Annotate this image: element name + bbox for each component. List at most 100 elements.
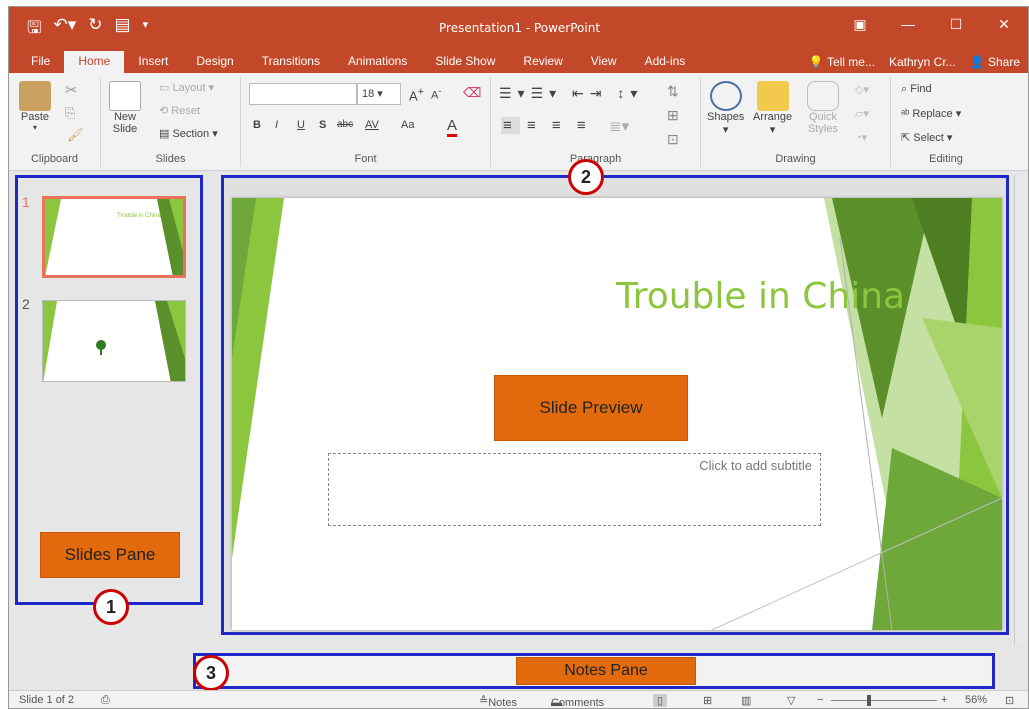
align-left-button[interactable]: ≡ bbox=[501, 117, 520, 134]
paste-dropdown-icon: ▾ bbox=[32, 123, 37, 132]
ribbon-tabs: File Home Insert Design Transitions Anim… bbox=[9, 47, 1028, 73]
spell-check-icon[interactable]: ⎙ bbox=[101, 694, 110, 707]
zoom-slider[interactable] bbox=[831, 700, 937, 701]
text-direction-icon[interactable]: ⇅ bbox=[667, 83, 679, 100]
section-icon: ▤ bbox=[159, 128, 170, 140]
find-button[interactable]: ⌕ Find bbox=[901, 83, 932, 96]
character-spacing-button[interactable]: AV bbox=[365, 119, 379, 131]
layout-button[interactable]: ▭ Layout ▾ bbox=[159, 81, 214, 94]
slideshow-view-icon[interactable]: ▽ bbox=[787, 694, 795, 707]
new-slide-button[interactable]: New Slide bbox=[109, 81, 141, 135]
text-shadow-button[interactable]: S bbox=[319, 119, 326, 131]
tab-view[interactable]: View bbox=[577, 51, 631, 73]
quick-styles-button[interactable]: Quick Styles bbox=[807, 81, 839, 135]
thumbnail-number: 2 bbox=[22, 296, 30, 312]
start-slideshow-icon[interactable]: ▤ bbox=[115, 15, 131, 44]
copy-icon[interactable]: ⎘ bbox=[65, 105, 75, 121]
clipboard-group-label: Clipboard bbox=[30, 153, 79, 165]
quick-styles-icon bbox=[807, 81, 839, 111]
slide-sorter-view-icon[interactable]: ⊞ bbox=[703, 694, 712, 707]
shapes-icon bbox=[709, 81, 742, 111]
shape-effects-icon[interactable]: ◔▾ bbox=[855, 131, 867, 144]
user-name[interactable]: Kathryn Cr... bbox=[889, 51, 956, 73]
replace-button[interactable]: ᵃᵇ Replace ▾ bbox=[901, 107, 961, 120]
fit-to-window-icon[interactable]: ⊡ bbox=[1005, 694, 1014, 707]
minimize-icon[interactable]: — bbox=[884, 7, 932, 41]
tab-file[interactable]: File bbox=[9, 51, 64, 73]
notes-pane[interactable]: Notes Pane bbox=[193, 653, 995, 689]
section-button[interactable]: ▤ Section ▾ bbox=[159, 127, 218, 140]
slide-thumbnail-2[interactable] bbox=[42, 300, 186, 382]
font-size-value: 18 bbox=[362, 88, 375, 100]
slide-preview-callout-label: Slide Preview bbox=[494, 375, 688, 441]
customize-qat-icon[interactable]: ▾ bbox=[143, 15, 149, 44]
share-button[interactable]: 👤 Share bbox=[970, 51, 1020, 73]
format-painter-icon[interactable]: 🖌 bbox=[67, 127, 84, 143]
zoom-in-icon[interactable]: + bbox=[941, 694, 947, 706]
tab-transitions[interactable]: Transitions bbox=[248, 51, 334, 73]
font-group: 18 ▾ A+ A- ⌫ B I U S abc AV Aa A Font bbox=[241, 77, 491, 167]
paragraph-group: ☰▾☰▾ ⇤⇥ ↕▾ ⇅ ⊞ ⊡ ≡ ≡ ≡ ≡ ≣▾ Paragraph bbox=[491, 77, 701, 167]
font-name-box[interactable] bbox=[249, 83, 357, 105]
maximize-icon[interactable]: ☐ bbox=[932, 7, 980, 41]
redo-icon[interactable]: ↻ bbox=[88, 15, 102, 44]
align-text-icon[interactable]: ⊞ bbox=[667, 107, 679, 124]
reset-button[interactable]: ⟲ Reset bbox=[159, 104, 200, 117]
save-icon[interactable]: 🖫 bbox=[27, 15, 41, 44]
comments-toggle-label: Comments bbox=[551, 697, 605, 709]
slides-pane: 1 Trouble in China 2 Slides Pane bbox=[15, 175, 203, 605]
tell-me-box[interactable]: 💡 Tell me... bbox=[809, 51, 875, 73]
cut-icon[interactable]: ✂ bbox=[65, 81, 78, 99]
shape-outline-icon[interactable]: ▱▾ bbox=[855, 107, 869, 120]
strikethrough-button[interactable]: abc bbox=[337, 119, 353, 130]
drawing-group-label: Drawing bbox=[775, 153, 816, 165]
tab-add-ins[interactable]: Add-ins bbox=[631, 51, 700, 73]
bullets-button[interactable]: ☰▾☰▾ ⇤⇥ ↕▾ bbox=[499, 85, 643, 102]
close-icon[interactable]: ✕ bbox=[980, 7, 1028, 41]
vertical-scrollbar[interactable] bbox=[1014, 175, 1028, 645]
paste-button[interactable]: Paste ▾ bbox=[19, 81, 51, 132]
tab-home[interactable]: Home bbox=[64, 51, 125, 73]
zoom-out-icon[interactable]: − bbox=[817, 694, 823, 706]
window-controls: ▣ — ☐ ✕ bbox=[836, 7, 1028, 41]
normal-view-icon[interactable]: ▯ bbox=[653, 694, 668, 707]
tab-slide-show[interactable]: Slide Show bbox=[421, 51, 509, 73]
zoom-slider-thumb[interactable] bbox=[867, 695, 871, 706]
person-icon: 👤 bbox=[969, 55, 985, 69]
slide-title[interactable]: Trouble in China bbox=[616, 276, 905, 317]
tab-design[interactable]: Design bbox=[182, 51, 247, 73]
new-slide-label: New bbox=[113, 111, 136, 123]
slide-thumbnail-1[interactable]: Trouble in China bbox=[42, 196, 186, 278]
smartart-icon[interactable]: ⊡ bbox=[667, 131, 679, 148]
shapes-button[interactable]: Shapes ▾ bbox=[707, 81, 744, 136]
font-group-label: Font bbox=[354, 153, 377, 165]
arrange-button[interactable]: Arrange ▾ bbox=[753, 81, 792, 136]
new-slide-label-2: Slide bbox=[112, 123, 138, 135]
bold-button[interactable]: B bbox=[253, 119, 261, 131]
tab-review[interactable]: Review bbox=[509, 51, 576, 73]
font-size-box[interactable]: 18 ▾ bbox=[357, 83, 401, 105]
clear-formatting-icon[interactable]: ⌫ bbox=[463, 85, 481, 101]
reset-icon: ⟲ bbox=[159, 105, 169, 117]
clipboard-group: Paste ▾ ✂ ⎘ 🖌 Clipboard bbox=[9, 77, 101, 167]
ribbon-display-options-icon[interactable]: ▣ bbox=[836, 7, 884, 41]
align-center-button[interactable]: ≡ ≡ ≡ bbox=[527, 117, 592, 134]
undo-icon[interactable]: ↶▾ bbox=[53, 15, 76, 44]
grow-font-icon[interactable]: A+ bbox=[409, 86, 424, 103]
columns-button[interactable]: ≣▾ bbox=[609, 117, 629, 135]
tab-insert[interactable]: Insert bbox=[124, 51, 182, 73]
subtitle-placeholder[interactable]: Click to add subtitle bbox=[328, 453, 821, 526]
magnifier-icon: ⌕ bbox=[901, 83, 908, 95]
shrink-font-icon[interactable]: A- bbox=[431, 86, 441, 102]
zoom-level[interactable]: 56% bbox=[965, 694, 987, 706]
tab-animations[interactable]: Animations bbox=[334, 51, 421, 73]
notes-toggle[interactable]: ≙ Notes bbox=[479, 694, 517, 708]
shape-fill-icon[interactable]: ◇▾ bbox=[855, 83, 869, 96]
select-button[interactable]: ⇱ Select ▾ bbox=[901, 131, 952, 144]
window-title: Presentation1 - PowerPoint bbox=[439, 21, 601, 35]
change-case-button[interactable]: Aa bbox=[401, 119, 414, 131]
underline-button[interactable]: U bbox=[297, 119, 305, 131]
reading-view-icon[interactable]: ▥ bbox=[741, 694, 751, 707]
font-color-button[interactable]: A bbox=[447, 117, 458, 137]
italic-button[interactable]: I bbox=[275, 119, 278, 131]
